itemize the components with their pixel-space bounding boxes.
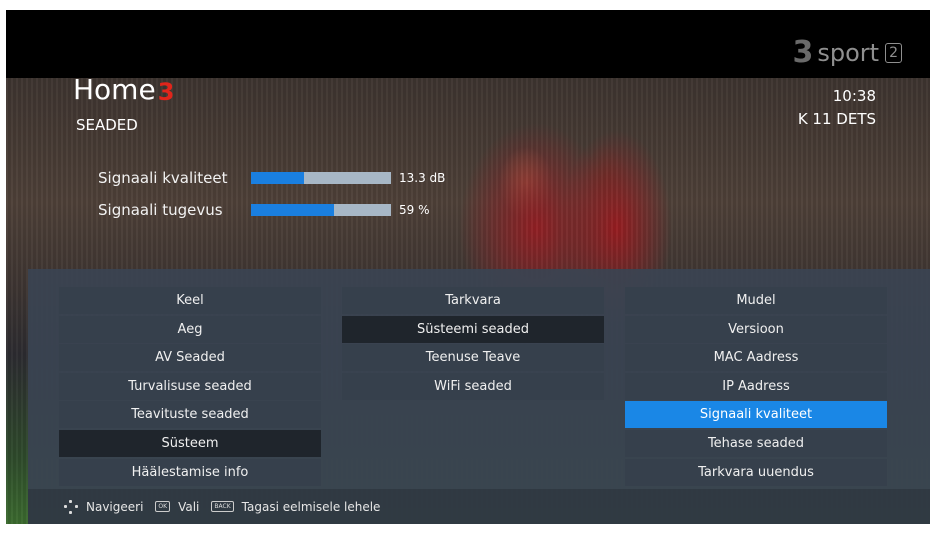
signal-strength-fill [251, 204, 334, 216]
signal-strength-label: Signaali tugevus [98, 201, 223, 219]
menu-item-av-seaded[interactable]: AV Seaded [59, 344, 321, 372]
date: K 11 DETS [797, 110, 876, 128]
menu-item-turvalisuse-seaded[interactable]: Turvalisuse seaded [59, 372, 321, 400]
channel-logo-word: sport [817, 39, 880, 67]
signal-quality-fill [251, 172, 305, 184]
signal-quality-bar [251, 172, 391, 184]
menu-item-versioon[interactable]: Versioon [625, 315, 887, 343]
menu-item-susteemi-seaded[interactable]: Süsteemi seaded [342, 315, 604, 343]
menu-item-ip-aadress[interactable]: IP Aadress [625, 372, 887, 400]
back-hint: Tagasi eelmisele lehele [241, 499, 381, 514]
tv-screen: 3 sport 2 Home 3 SEADED 10:38 K 11 DETS … [6, 10, 930, 524]
page-title: SEADED [76, 116, 138, 134]
channel-logo-three: 3 [792, 35, 814, 70]
menu-item-aeg[interactable]: Aeg [59, 315, 321, 343]
menu-item-teenuse-teave[interactable]: Teenuse Teave [342, 344, 604, 372]
home3-logo: Home 3 [73, 73, 175, 106]
signal-quality-row: Signaali kvaliteet 13.3 dB [98, 169, 445, 187]
menu-item-tehase-seaded[interactable]: Tehase seaded [625, 429, 887, 457]
menu-item-mudel[interactable]: Mudel [625, 287, 887, 314]
ok-key-icon: OK [155, 501, 171, 512]
menu-column-2: Tarkvara Süsteemi seaded Teenuse Teave W… [342, 287, 604, 401]
clock: 10:38 [832, 87, 876, 105]
brand-home: Home [73, 73, 156, 106]
menu-item-wifi-seaded[interactable]: WiFi seaded [342, 372, 604, 400]
menu-item-susteem[interactable]: Süsteem [59, 429, 321, 457]
signal-strength-row: Signaali tugevus 59 % [98, 201, 430, 219]
menu-item-haalestamise-info[interactable]: Häälestamise info [59, 458, 321, 486]
menu-item-tarkvara[interactable]: Tarkvara [342, 287, 604, 314]
menu-item-keel[interactable]: Keel [59, 287, 321, 314]
channel-logo-number: 2 [885, 43, 902, 63]
signal-strength-value: 59 % [399, 203, 430, 217]
menu-item-mac-aadress[interactable]: MAC Aadress [625, 344, 887, 372]
footer-hints: Navigeeri OK Vali BACK Tagasi eelmisele … [28, 489, 930, 524]
select-hint: Vali [178, 499, 200, 514]
settings-menu: Keel Aeg AV Seaded Turvalisuse seaded Te… [28, 269, 930, 489]
menu-item-teavituste-seaded[interactable]: Teavituste seaded [59, 401, 321, 429]
signal-strength-bar [251, 204, 391, 216]
brand-three: 3 [157, 78, 175, 106]
navigate-hint: Navigeeri [86, 499, 144, 514]
navigate-dpad-icon [64, 499, 78, 514]
channel-logo: 3 sport 2 [792, 35, 902, 70]
menu-item-signaali-kvaliteet[interactable]: Signaali kvaliteet [625, 401, 887, 429]
back-key-icon: BACK [211, 501, 234, 512]
signal-quality-label: Signaali kvaliteet [98, 169, 228, 187]
signal-quality-value: 13.3 dB [399, 171, 446, 185]
menu-column-1: Keel Aeg AV Seaded Turvalisuse seaded Te… [59, 287, 321, 487]
menu-item-tarkvara-uuendus[interactable]: Tarkvara uuendus [625, 458, 887, 486]
menu-column-3: Mudel Versioon MAC Aadress IP Aadress Si… [625, 287, 887, 487]
